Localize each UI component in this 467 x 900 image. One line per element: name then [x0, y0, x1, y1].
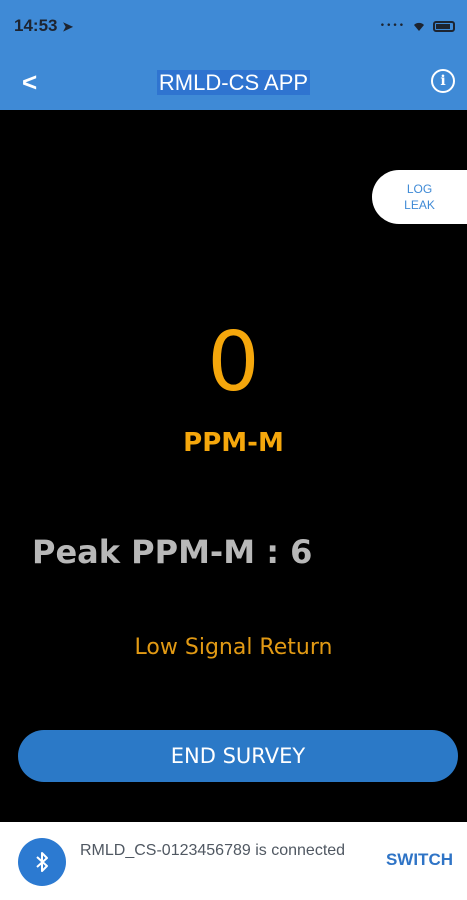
peak-separator: :	[266, 533, 279, 571]
time-text: 14:53	[14, 16, 58, 35]
main-panel: LOG LEAK 0 PPM-M Peak PPM-M : 6 Low Sign…	[0, 110, 467, 822]
location-arrow-icon: ➤	[62, 19, 74, 34]
switch-device-button[interactable]: SWITCH	[386, 850, 453, 870]
signal-dots-icon: ••••	[379, 21, 405, 31]
wifi-icon	[414, 22, 424, 31]
status-time: 14:53 ➤	[14, 16, 73, 36]
ppm-reading: 0	[207, 315, 260, 410]
status-bar: 14:53 ➤ ••••	[0, 0, 467, 55]
log-leak-label-line2: LEAK	[404, 198, 435, 212]
nav-bar: < RMLD-CS APP i	[0, 55, 467, 110]
page-title: RMLD-CS APP	[0, 70, 467, 96]
peak-value: 6	[290, 533, 313, 571]
connection-footer: RMLD_CS-0123456789 is connected SWITCH	[0, 822, 467, 900]
peak-label: Peak PPM-M	[32, 533, 256, 571]
log-leak-label-line1: LOG	[406, 182, 433, 196]
connection-status-text: RMLD_CS-0123456789 is connected	[80, 842, 346, 859]
end-survey-button[interactable]: END SURVEY	[18, 730, 458, 782]
bluetooth-icon	[18, 838, 66, 886]
signal-status: Low Signal Return	[134, 635, 333, 660]
status-icons: ••••	[380, 20, 455, 32]
ppm-unit-label: PPM-M	[183, 428, 284, 458]
peak-reading: Peak PPM-M : 6	[32, 533, 312, 571]
log-leak-button[interactable]: LOG LEAK	[372, 170, 467, 224]
page-title-text: RMLD-CS APP	[156, 70, 311, 95]
info-icon[interactable]: i	[431, 69, 455, 93]
battery-icon	[433, 20, 455, 32]
